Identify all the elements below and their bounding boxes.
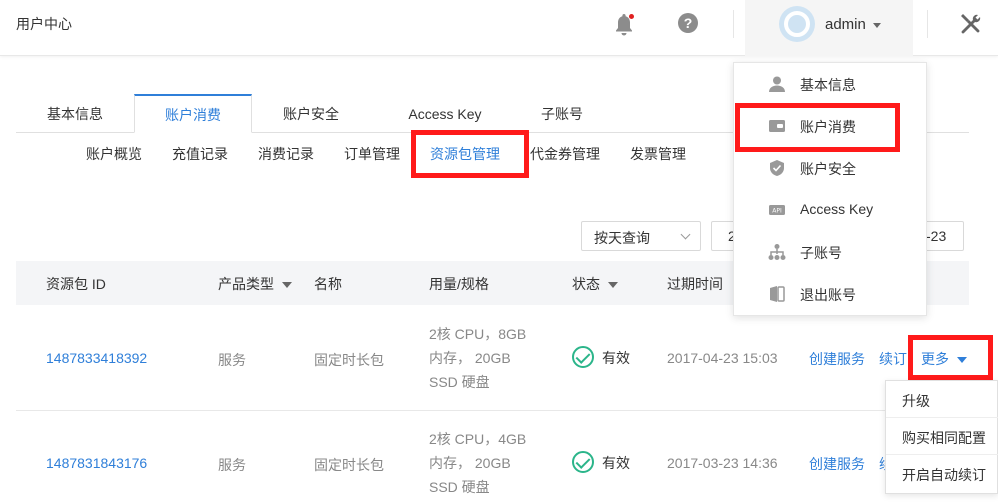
table-row: 1487831843176 服务 固定时长包 2核 CPU，4GB 内存， 20… bbox=[16, 411, 969, 502]
spec-line: 内存， 20GB bbox=[429, 350, 511, 366]
divider bbox=[733, 10, 734, 38]
menu-item-label: 账户安全 bbox=[800, 161, 856, 177]
date-range-end: -23 bbox=[926, 228, 947, 244]
resource-id-link[interactable]: 1487833418392 bbox=[46, 350, 147, 366]
tab-account-security[interactable]: 账户安全 bbox=[252, 95, 370, 133]
chevron-down-icon bbox=[680, 229, 691, 240]
menu-item-sub-accounts[interactable]: 子账号 bbox=[734, 231, 928, 273]
username: admin bbox=[825, 16, 866, 33]
column-header-status[interactable]: 状态 bbox=[572, 274, 618, 294]
chevron-down-icon bbox=[873, 23, 881, 28]
column-header-id: 资源包 ID bbox=[46, 276, 106, 292]
menu-item-label: 购买相同配置 bbox=[902, 430, 986, 446]
tab-basic-info[interactable]: 基本信息 bbox=[16, 95, 134, 133]
user-menu-trigger[interactable]: admin bbox=[745, 0, 913, 56]
notification-dot bbox=[629, 14, 634, 19]
spec-line: SSD 硬盘 bbox=[429, 479, 490, 495]
sub-tabs: 账户概览 充值记录 消费记录 订单管理 资源包管理 代金券管理 发票管理 bbox=[0, 140, 720, 166]
tab-account-billing[interactable]: 账户消费 bbox=[134, 94, 252, 133]
menu-item-upgrade[interactable]: 升级 bbox=[886, 381, 998, 418]
column-header-name: 名称 bbox=[314, 276, 342, 292]
spec-line: 2核 CPU，8GB bbox=[429, 326, 527, 342]
product-type: 服务 bbox=[218, 352, 246, 368]
menu-item-basic-info[interactable]: 基本信息 bbox=[734, 63, 928, 105]
caret-down-icon bbox=[282, 282, 292, 289]
user-icon bbox=[769, 76, 785, 92]
package-name: 固定时长包 bbox=[314, 457, 384, 473]
svg-text:API: API bbox=[772, 208, 782, 215]
tab-access-key[interactable]: Access Key bbox=[390, 95, 500, 133]
highlight-box bbox=[411, 130, 529, 178]
expire-time: 2017-03-23 14:36 bbox=[667, 455, 778, 471]
column-header-product-type[interactable]: 产品类型 bbox=[218, 274, 292, 294]
spec-line: 2核 CPU，4GB bbox=[429, 431, 527, 447]
menu-item-label: 开启自动续订 bbox=[902, 467, 986, 483]
subtab-recharge-records[interactable]: 充值记录 bbox=[172, 144, 228, 164]
spec-line: 内存， 20GB bbox=[429, 455, 511, 471]
menu-item-access-key[interactable]: API Access Key bbox=[734, 189, 928, 231]
subtab-order-management[interactable]: 订单管理 bbox=[344, 144, 400, 164]
tab-sub-accounts[interactable]: 子账号 bbox=[522, 95, 602, 133]
menu-item-label: Access Key bbox=[800, 201, 874, 217]
usage-spec: 2核 CPU，4GB 内存， 20GB SSD 硬盘 bbox=[429, 427, 526, 499]
menu-item-logout[interactable]: 退出账号 bbox=[734, 273, 928, 315]
usage-spec: 2核 CPU，8GB 内存， 20GB SSD 硬盘 bbox=[429, 322, 526, 394]
highlight-box bbox=[908, 335, 993, 380]
menu-item-label: 基本信息 bbox=[800, 77, 856, 93]
menu-item-buy-same-config[interactable]: 购买相同配置 bbox=[886, 418, 998, 455]
subtab-consumption-records[interactable]: 消费记录 bbox=[258, 144, 314, 164]
shield-icon bbox=[770, 160, 784, 176]
tools-icon[interactable] bbox=[958, 12, 982, 36]
menu-item-account-security[interactable]: 账户安全 bbox=[734, 147, 928, 189]
divider bbox=[927, 10, 928, 38]
column-header-expire: 过期时间 bbox=[667, 276, 723, 292]
subtab-overview[interactable]: 账户概览 bbox=[86, 144, 142, 164]
menu-item-label: 升级 bbox=[902, 393, 930, 409]
table-row: 1487833418392 服务 固定时长包 2核 CPU，8GB 内存， 20… bbox=[16, 305, 969, 411]
top-bar: 用户中心 ? admin bbox=[0, 0, 998, 56]
check-circle-icon bbox=[572, 451, 594, 473]
product-type: 服务 bbox=[218, 457, 246, 473]
query-mode-select[interactable]: 按天查询 bbox=[581, 221, 701, 251]
more-actions-menu: 升级 购买相同配置 开启自动续订 bbox=[885, 380, 998, 494]
resource-id-link[interactable]: 1487831843176 bbox=[46, 455, 147, 471]
expire-time: 2017-04-23 15:03 bbox=[667, 350, 778, 366]
column-header-usage: 用量/规格 bbox=[429, 276, 489, 292]
app-title: 用户中心 bbox=[16, 16, 72, 32]
query-mode-value: 按天查询 bbox=[594, 230, 650, 246]
column-header-label: 状态 bbox=[572, 276, 600, 292]
api-icon: API bbox=[769, 205, 785, 215]
status-text: 有效 bbox=[602, 455, 630, 471]
help-icon[interactable]: ? bbox=[678, 13, 698, 33]
renew-link[interactable]: 续订 bbox=[879, 349, 907, 369]
org-tree-icon bbox=[768, 244, 786, 260]
status-text: 有效 bbox=[602, 350, 630, 366]
logout-icon bbox=[770, 286, 785, 302]
create-service-link[interactable]: 创建服务 bbox=[809, 349, 865, 369]
menu-item-enable-auto-renew[interactable]: 开启自动续订 bbox=[886, 455, 998, 492]
check-circle-icon bbox=[572, 346, 594, 368]
menu-item-label: 子账号 bbox=[800, 245, 842, 261]
package-name: 固定时长包 bbox=[314, 352, 384, 368]
avatar bbox=[779, 6, 815, 42]
caret-down-icon bbox=[608, 282, 618, 289]
spec-line: SSD 硬盘 bbox=[429, 374, 490, 390]
user-dropdown-menu: 基本信息 账户消费 账户安全 API Access Key 子账号 退出账号 bbox=[733, 62, 927, 316]
menu-item-label: 退出账号 bbox=[800, 287, 856, 303]
subtab-voucher-management[interactable]: 代金券管理 bbox=[530, 144, 600, 164]
column-header-label: 产品类型 bbox=[218, 276, 274, 292]
subtab-invoice-management[interactable]: 发票管理 bbox=[630, 144, 686, 164]
highlight-box bbox=[735, 103, 900, 152]
create-service-link[interactable]: 创建服务 bbox=[809, 454, 865, 474]
